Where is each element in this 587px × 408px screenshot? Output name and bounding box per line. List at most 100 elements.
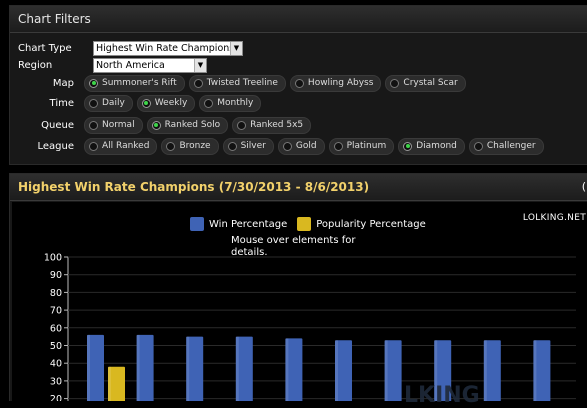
time-options: Daily Weekly Monthly bbox=[84, 94, 262, 112]
radio-icon bbox=[294, 78, 304, 88]
radio-icon bbox=[390, 78, 400, 88]
radio-icon bbox=[193, 78, 203, 88]
radio-icon bbox=[473, 141, 483, 151]
filters-header: Chart Filters bbox=[10, 6, 587, 33]
radio-icon bbox=[282, 141, 292, 151]
chart-type-select[interactable]: Highest Win Rate Champions ▼ bbox=[93, 40, 243, 56]
radio-icon bbox=[89, 78, 98, 88]
map-option-twisted-treeline[interactable]: Twisted Treeline bbox=[188, 74, 286, 92]
bar-highlight bbox=[384, 340, 388, 401]
region-value: North America bbox=[96, 59, 165, 71]
radio-icon bbox=[227, 141, 237, 151]
region-row: Region North America ▼ bbox=[10, 57, 207, 73]
map-option-label: Crystal Scar bbox=[403, 78, 458, 88]
map-option-summoner-s-rift[interactable]: Summoner's Rift bbox=[84, 74, 185, 92]
bar-highlight bbox=[285, 338, 289, 401]
watermark-logo: LKING bbox=[404, 383, 480, 408]
radio-icon bbox=[89, 98, 98, 108]
chart-type-value: Highest Win Rate Champions bbox=[96, 42, 235, 54]
chart-area: 20 30 40 50 60 70 80 90 100 Win Percentage Popul… bbox=[12, 202, 587, 408]
legend-label-popularity[interactable]: Popularity Percentage bbox=[316, 219, 426, 230]
queue-option-normal[interactable]: Normal bbox=[84, 116, 143, 134]
time-option-daily[interactable]: Daily bbox=[84, 94, 133, 112]
map-row: Map Summoner's Rift Twisted Treeline Howli… bbox=[10, 74, 466, 92]
map-option-howling-abyss[interactable]: Howling Abyss bbox=[289, 74, 382, 92]
bar-highlight bbox=[108, 366, 111, 401]
radio-icon bbox=[141, 98, 151, 108]
legend-swatch-popularity[interactable] bbox=[297, 217, 312, 231]
bar-highlight bbox=[235, 336, 239, 401]
y-tick-label: 30 bbox=[50, 376, 62, 387]
radio-icon bbox=[403, 141, 413, 151]
chart-panel: Highest Win Rate Champions (7/30/2013 - … bbox=[9, 173, 587, 408]
y-tick-label: 40 bbox=[50, 359, 62, 370]
league-option-label: Challenger bbox=[486, 141, 536, 151]
queue-option-label: Ranked 5x5 bbox=[250, 120, 304, 130]
radio-icon bbox=[333, 141, 343, 151]
time-option-label: Weekly bbox=[154, 98, 188, 108]
queue-label: Queue bbox=[41, 119, 74, 131]
queue-options: Normal Ranked Solo Ranked 5x5 bbox=[84, 116, 312, 134]
league-option-label: Bronze bbox=[179, 141, 211, 151]
bar-highlight bbox=[87, 334, 90, 401]
y-tick-label: 90 bbox=[50, 270, 62, 281]
y-tick-label: 70 bbox=[50, 306, 62, 317]
bar-highlight bbox=[533, 340, 537, 401]
map-option-label: Howling Abyss bbox=[307, 78, 374, 88]
league-row: League All Ranked Bronze Silver Gold Platinu… bbox=[10, 137, 544, 155]
chart-title: Highest Win Rate Champions (7/30/2013 - … bbox=[10, 174, 587, 201]
legend-label-win[interactable]: Win Percentage bbox=[209, 219, 287, 230]
map-label: Map bbox=[52, 77, 74, 89]
chart-legend: Win Percentage Popularity Percentage bbox=[190, 217, 436, 231]
queue-row: Queue Normal Ranked Solo Ranked 5x5 bbox=[10, 116, 312, 134]
radio-icon bbox=[89, 120, 98, 130]
map-option-label: Twisted Treeline bbox=[206, 78, 278, 88]
league-option-silver[interactable]: Silver bbox=[222, 137, 274, 155]
league-option-diamond[interactable]: Diamond bbox=[398, 137, 465, 155]
league-option-gold[interactable]: Gold bbox=[277, 137, 325, 155]
legend-swatch-win[interactable] bbox=[190, 217, 204, 231]
queue-option-ranked-5x5[interactable]: Ranked 5x5 bbox=[232, 116, 312, 134]
radio-icon bbox=[237, 120, 247, 130]
map-option-crystal-scar[interactable]: Crystal Scar bbox=[385, 74, 466, 92]
chevron-down-icon: ▼ bbox=[230, 41, 242, 55]
chart-filters-panel: Chart Filters Chart Type Highest Win Rat… bbox=[9, 5, 587, 165]
league-option-label: Gold bbox=[295, 141, 317, 151]
map-option-label: Summoner's Rift bbox=[102, 78, 177, 88]
bar-highlight bbox=[335, 340, 338, 401]
chevron-down-icon: ▼ bbox=[194, 58, 206, 72]
time-option-weekly[interactable]: Weekly bbox=[136, 94, 196, 112]
radio-icon bbox=[204, 98, 214, 108]
queue-option-ranked-solo[interactable]: Ranked Solo bbox=[146, 116, 229, 134]
league-option-label: Silver bbox=[240, 141, 266, 151]
map-options: Summoner's Rift Twisted Treeline Howling A… bbox=[84, 74, 466, 92]
league-option-label: Diamond bbox=[416, 141, 457, 151]
queue-option-label: Normal bbox=[102, 120, 135, 130]
y-tick-label: 60 bbox=[50, 323, 62, 334]
league-option-label: All Ranked bbox=[102, 141, 150, 151]
y-tick-label: 80 bbox=[50, 288, 62, 299]
time-row: Time Daily Weekly Monthly bbox=[10, 94, 262, 112]
time-option-monthly[interactable]: Monthly bbox=[199, 94, 262, 112]
y-tick-label: 100 bbox=[44, 253, 62, 264]
league-options: All Ranked Bronze Silver Gold Platinum Diamon… bbox=[84, 137, 544, 155]
league-option-bronze[interactable]: Bronze bbox=[161, 137, 219, 155]
region-select[interactable]: North America ▼ bbox=[93, 57, 207, 73]
chart-type-label: Chart Type bbox=[18, 42, 72, 54]
radio-icon bbox=[166, 141, 176, 151]
bar-highlight bbox=[136, 334, 140, 401]
region-label: Region bbox=[18, 59, 53, 71]
league-option-label: Platinum bbox=[346, 141, 387, 151]
radio-icon bbox=[89, 141, 98, 151]
league-option-challenger[interactable]: Challenger bbox=[468, 137, 544, 155]
site-credit: LOLKING.NET bbox=[522, 213, 586, 223]
bar-chart: 2030405060708090100 bbox=[44, 253, 576, 401]
league-option-all-ranked[interactable]: All Ranked bbox=[84, 137, 158, 155]
bar-highlight bbox=[186, 336, 190, 401]
league-label: League bbox=[37, 140, 74, 152]
y-tick-label: 50 bbox=[50, 341, 62, 352]
chart-hint: Mouse over elements for details. bbox=[231, 235, 356, 258]
chart-title-trailing: ( bbox=[581, 180, 586, 193]
league-option-platinum[interactable]: Platinum bbox=[328, 137, 395, 155]
chart-type-row: Chart Type Highest Win Rate Champions ▼ bbox=[10, 40, 243, 56]
